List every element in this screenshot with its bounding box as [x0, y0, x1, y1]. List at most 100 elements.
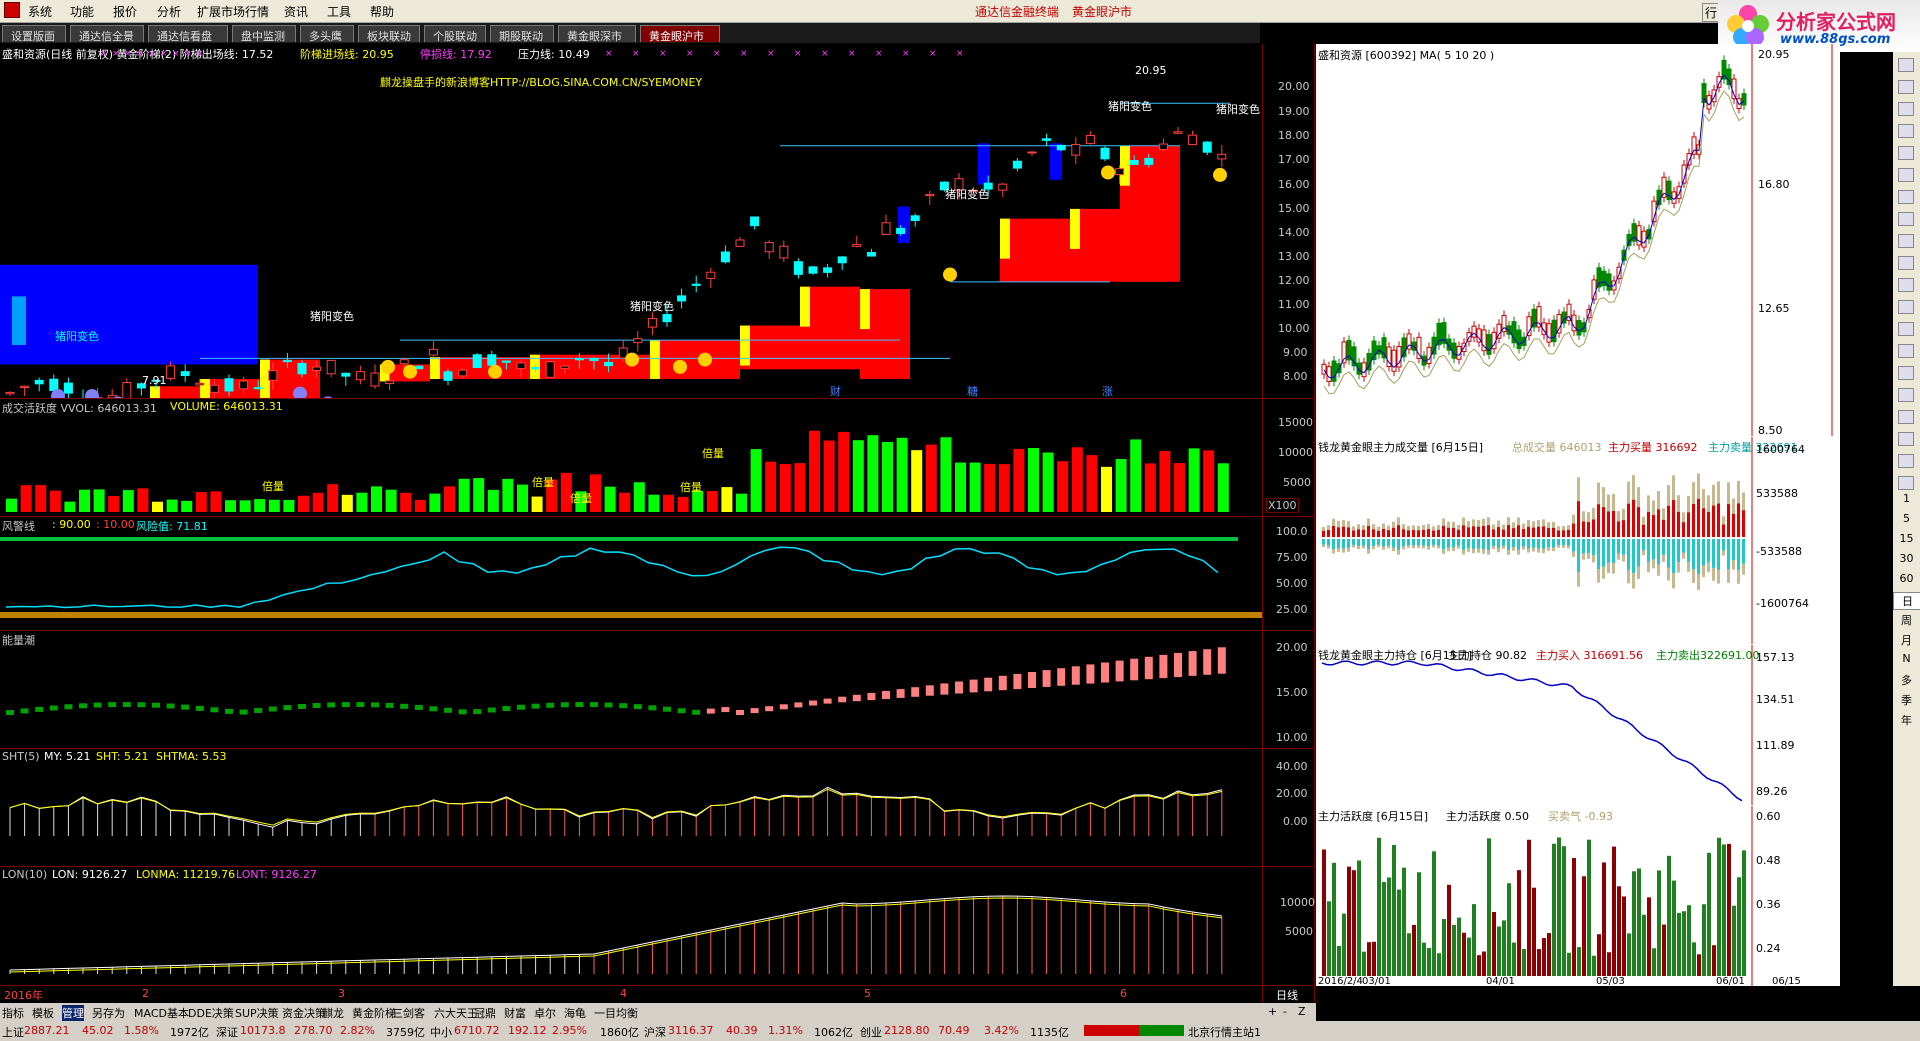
vol-buy-bar	[1467, 527, 1470, 537]
menu-quote[interactable]: 报价	[113, 3, 137, 20]
hold-chart[interactable]: 157.13 134.51 111.89 89.26	[1316, 645, 1840, 805]
tab-bull-eagle[interactable]: 多头鹰	[300, 25, 354, 43]
period-button[interactable]: 1	[1893, 492, 1920, 505]
menu-info[interactable]: 资讯	[284, 3, 308, 20]
zoom-button[interactable]: Z	[1298, 1005, 1306, 1018]
tool-icon[interactable]	[1898, 300, 1914, 314]
mainvol-chart[interactable]: 1600764 533588 -533588 -1600764	[1316, 437, 1840, 644]
indicator-tab[interactable]: 海龟	[564, 1005, 586, 1021]
volume-chart[interactable]	[0, 400, 1262, 516]
period-button[interactable]: 月	[1893, 632, 1920, 648]
volume-bar	[152, 501, 163, 512]
tool-icon[interactable]	[1898, 344, 1914, 358]
activity-bar	[1662, 924, 1666, 976]
indicator-tab[interactable]: 麒龙	[322, 1005, 344, 1021]
x-mark: ×	[929, 49, 937, 59]
tool-icon[interactable]	[1898, 234, 1914, 248]
risk-chart[interactable]	[0, 516, 1262, 630]
tool-icon[interactable]	[1898, 168, 1914, 182]
tool-icon[interactable]	[1898, 366, 1914, 380]
indicator-tab[interactable]: 三剑客	[392, 1005, 425, 1021]
tool-icon[interactable]	[1898, 432, 1914, 446]
energy-bar	[1144, 656, 1153, 680]
activity-bar	[1462, 932, 1466, 976]
tool-icon[interactable]	[1898, 388, 1914, 402]
sh-name[interactable]: 上证	[2, 1024, 24, 1040]
menu-analysis[interactable]: 分析	[157, 3, 181, 20]
vol-sell-bar	[1412, 539, 1415, 546]
period-button[interactable]: 周	[1893, 612, 1920, 628]
tool-icon[interactable]	[1898, 256, 1914, 270]
tab-watch[interactable]: 通达信看盘	[148, 25, 228, 43]
lon-chart[interactable]	[0, 866, 1262, 984]
vol-buy-bar	[1712, 505, 1715, 537]
tool-icon[interactable]	[1898, 476, 1914, 490]
period-button[interactable]: 年	[1893, 712, 1920, 728]
tab-monitor[interactable]: 盘中监测	[232, 25, 296, 43]
volume-bar	[1101, 466, 1112, 512]
mini-kline-chart[interactable]: 20.95 16.80 12.65 8.50	[1316, 44, 1840, 436]
indicator-tab[interactable]: 模板	[32, 1005, 54, 1021]
period-label[interactable]: 日线	[1276, 987, 1298, 1003]
tab-panorama[interactable]: 通达信全景	[70, 25, 144, 43]
indicator-tab[interactable]: 卓尔	[534, 1005, 556, 1021]
period-button[interactable]: N	[1893, 652, 1920, 665]
tab-sector-link[interactable]: 板块联动	[358, 25, 420, 43]
sz-name[interactable]: 深证	[216, 1024, 238, 1040]
zoom-button[interactable]: +	[1268, 1005, 1277, 1018]
price-tick: 11.00	[1278, 298, 1310, 311]
indicator-tab[interactable]: 六大天王	[434, 1005, 478, 1021]
tool-icon[interactable]	[1898, 124, 1914, 138]
menu-tools[interactable]: 工具	[327, 3, 351, 20]
tool-icon[interactable]	[1898, 58, 1914, 72]
cy-name[interactable]: 创业	[860, 1024, 882, 1040]
menu-function[interactable]: 功能	[70, 3, 94, 20]
period-button[interactable]: 15	[1893, 532, 1920, 545]
tab-futures-link[interactable]: 期股联动	[490, 25, 554, 43]
tab-stock-link[interactable]: 个股联动	[424, 25, 486, 43]
tool-icon[interactable]	[1898, 212, 1914, 226]
indicator-tab[interactable]: 财富	[504, 1005, 526, 1021]
period-button[interactable]: 60	[1893, 572, 1920, 585]
indicator-tab[interactable]: 冠鼎	[474, 1005, 496, 1021]
hs-name[interactable]: 沪深	[644, 1024, 666, 1040]
period-button[interactable]: 季	[1893, 692, 1920, 708]
price-chart[interactable]: × × × × × × × × × × × × × × × × × × × × × × ×	[0, 44, 1262, 398]
tool-icon[interactable]	[1898, 410, 1914, 424]
energy-bar	[487, 707, 496, 713]
activity-chart[interactable]: 0.60 0.48 0.36 0.24 2016/2/4 03/01 04/01 05/03 0…	[1316, 806, 1840, 986]
menu-help[interactable]: 帮助	[370, 3, 394, 20]
period-button[interactable]: 5	[1893, 512, 1920, 525]
tool-icon[interactable]	[1898, 190, 1914, 204]
period-button[interactable]: 30	[1893, 552, 1920, 565]
tool-icon[interactable]	[1898, 278, 1914, 292]
menu-ext-market[interactable]: 扩展市场行情	[197, 3, 269, 20]
tool-icon[interactable]	[1898, 454, 1914, 468]
tab-settings[interactable]: 设置版面	[2, 25, 66, 43]
indicator-tab[interactable]: 另存为	[92, 1005, 125, 1021]
indicator-tab[interactable]: 黄金阶梯	[352, 1005, 396, 1021]
zoom-button[interactable]: -	[1283, 1005, 1287, 1018]
server-station[interactable]: 北京行情主站1	[1188, 1024, 1261, 1040]
indicator-tab[interactable]: DDE决策	[188, 1005, 234, 1021]
tool-icon[interactable]	[1898, 146, 1914, 160]
tab-golden-sz[interactable]: 黄金眼深市	[558, 25, 636, 43]
indicator-tab[interactable]: SUP决策	[235, 1005, 279, 1021]
period-button[interactable]: 多	[1893, 672, 1920, 688]
menu-system[interactable]: 系统	[28, 3, 52, 20]
period-button[interactable]: 日	[1893, 592, 1920, 610]
energy-bar	[677, 708, 686, 714]
zx-name[interactable]: 中小	[430, 1024, 452, 1040]
sht-chart[interactable]	[0, 748, 1262, 866]
indicator-tab[interactable]: 资金决策	[282, 1005, 326, 1021]
tool-icon[interactable]	[1898, 80, 1914, 94]
indicator-tab[interactable]: 指标	[2, 1005, 24, 1021]
activity-bar	[1692, 942, 1696, 976]
indicator-tab[interactable]: 管理	[62, 1005, 84, 1021]
indicator-tab[interactable]: 一目均衡	[594, 1005, 638, 1021]
energy-chart[interactable]	[0, 630, 1262, 748]
tool-icon[interactable]	[1898, 102, 1914, 116]
tool-icon[interactable]	[1898, 322, 1914, 336]
indicator-tab[interactable]: MACD基本	[134, 1005, 189, 1021]
tab-golden-sh[interactable]: 黄金眼沪市	[640, 25, 720, 43]
